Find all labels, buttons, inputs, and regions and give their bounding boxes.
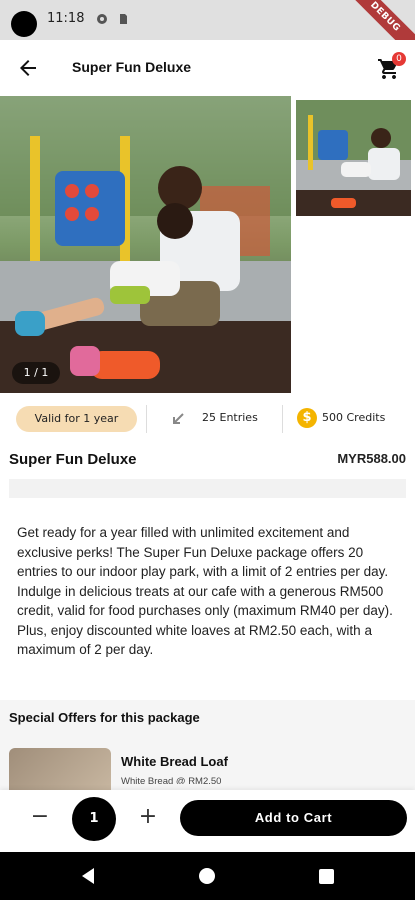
product-price: MYR588.00 — [337, 451, 406, 466]
playground-thumbnail-photo — [296, 100, 411, 216]
cart-count-badge: 0 — [392, 52, 406, 66]
product-description: Get ready for a year filled with unlimit… — [17, 525, 393, 657]
offer-name[interactable]: White Bread Loaf — [121, 754, 228, 769]
page-title: Super Fun Deluxe — [72, 59, 192, 75]
credits-amount: 500 Credits — [322, 411, 386, 424]
placeholder-bar — [9, 479, 406, 498]
product-main-image[interactable] — [0, 96, 291, 393]
purchase-bar: − 1 + Add to Cart — [0, 790, 415, 852]
nav-recents-icon[interactable] — [319, 869, 334, 884]
increase-quantity-button[interactable]: + — [136, 806, 160, 830]
nav-home-icon[interactable] — [199, 868, 215, 884]
add-to-cart-button[interactable]: Add to Cart — [180, 800, 407, 836]
divider — [146, 405, 147, 433]
status-time: 11:18 — [47, 11, 85, 26]
app-bar: Super Fun Deluxe 0 — [0, 40, 415, 96]
playground-photo — [0, 96, 291, 393]
sd-card-icon — [120, 14, 127, 24]
coin-icon: $ — [297, 408, 317, 428]
decrease-quantity-button[interactable]: − — [28, 806, 52, 830]
nav-back-icon[interactable] — [79, 867, 97, 885]
entries-count: 25 Entries — [202, 411, 258, 424]
package-info-strip: Valid for 1 year 25 Entries $ 500 Credit… — [0, 399, 415, 439]
back-arrow-icon[interactable] — [16, 56, 40, 80]
entry-arrow-icon — [173, 413, 184, 424]
offer-subtitle: White Bread @ RM2.50 — [121, 776, 222, 784]
quantity-display: 1 — [72, 797, 116, 841]
product-thumbnail[interactable] — [296, 100, 411, 216]
system-nav-bar — [0, 852, 415, 900]
image-counter: 1 / 1 — [12, 362, 60, 384]
product-title: Super Fun Deluxe — [9, 451, 137, 468]
camera-cutout — [11, 11, 37, 37]
validity-badge: Valid for 1 year — [16, 406, 137, 432]
status-bar: 11:18 DEBUG — [0, 0, 415, 66]
sync-icon — [97, 14, 107, 24]
divider — [282, 405, 283, 433]
special-offers-title: Special Offers for this package — [9, 710, 200, 725]
